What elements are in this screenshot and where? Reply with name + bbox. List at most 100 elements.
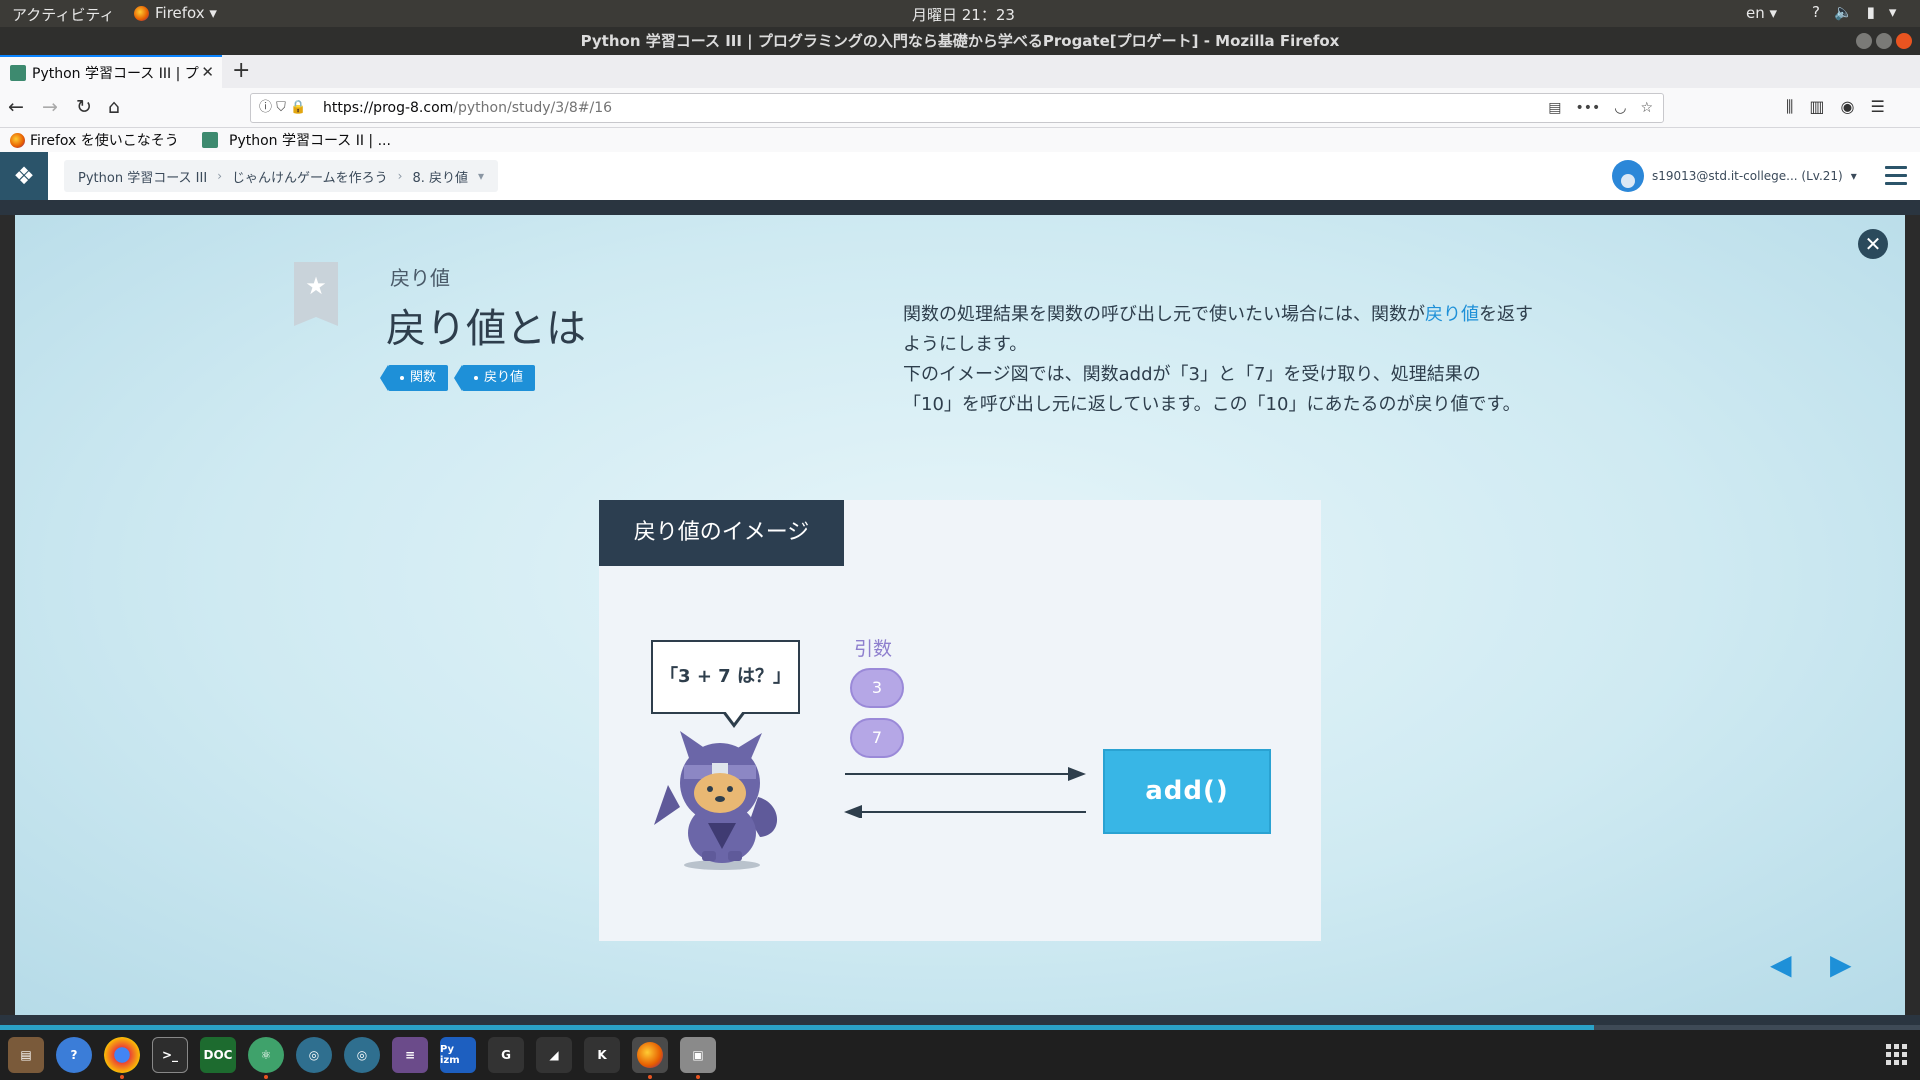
terminal-icon[interactable]: >_ — [152, 1037, 188, 1073]
window-title-bar: Python 学習コース III | プログラミングの入門なら基礎から学べるPr… — [0, 27, 1920, 55]
close-slide-button[interactable]: ✕ — [1858, 229, 1888, 259]
activities-button[interactable]: アクティビティ — [12, 4, 114, 25]
arrow-right-icon — [1068, 767, 1086, 781]
doc-icon[interactable]: DOC — [200, 1037, 236, 1073]
home-button[interactable]: ⌂ — [108, 96, 120, 118]
speech-bubble-tail — [725, 711, 743, 723]
next-slide-button[interactable]: ▶ — [1830, 948, 1852, 981]
hamburger-menu-icon[interactable] — [1885, 166, 1907, 190]
header-divider — [0, 200, 1920, 215]
tag[interactable]: 戻り値 — [454, 365, 536, 391]
arrow-left-icon — [844, 805, 862, 818]
slide-subtitle: 戻り値 — [390, 266, 450, 290]
firefox-icon — [10, 132, 25, 148]
browser-tab[interactable]: Python 学習コース III | プ ✕ — [0, 55, 222, 88]
tag[interactable]: 関数 — [379, 365, 449, 391]
url-actions: ▤ ••• ◡ ☆ — [1548, 94, 1653, 122]
user-name: s19013@std.it-college... (Lv.21) — [1652, 169, 1843, 183]
bookmark-item[interactable]: Firefox を使いこなそう — [10, 130, 179, 150]
language-indicator[interactable]: en ▾ — [1746, 4, 1777, 22]
app-menu[interactable]: Firefox ▾ — [134, 4, 217, 22]
chevron-right-icon: › — [397, 169, 403, 183]
bookmark-item[interactable]: Python 学習コース II | ... — [202, 130, 391, 150]
figure-title: 戻り値のイメージ — [599, 500, 844, 566]
tag-list: 関数 戻り値 — [379, 365, 536, 391]
argument-label: 引数 — [854, 638, 893, 660]
argument-value: 3 — [850, 668, 904, 708]
desc-text: を返す — [1479, 304, 1533, 325]
screenshot-icon[interactable]: ▣ — [680, 1037, 716, 1079]
progress-track — [0, 1015, 1920, 1025]
tab-strip: Python 学習コース III | プ ✕ + — [0, 55, 1920, 88]
pocket-icon[interactable]: ◡ — [1614, 94, 1626, 122]
app-menu-label: Firefox ▾ — [155, 4, 217, 22]
clock[interactable]: 月曜日 21：23 — [912, 4, 1015, 25]
breadcrumb-course[interactable]: Python 学習コース III — [78, 167, 207, 186]
argument-value: 7 — [850, 718, 904, 758]
breadcrumb-lesson[interactable]: じゃんけんゲームを作ろう — [232, 167, 388, 186]
caret-down-icon[interactable]: ▾ — [478, 169, 484, 183]
progate-favicon-icon — [202, 132, 218, 148]
desc-text: 関数の処理結果を関数の呼び出し元で使いたい場合には、関数が — [903, 304, 1425, 325]
breadcrumb-section[interactable]: 8. 戻り値 — [412, 167, 468, 186]
ninja-mascot-icon — [654, 731, 778, 870]
reader-view-icon[interactable]: ▤ — [1548, 94, 1561, 122]
url-bar[interactable]: ⓘ ⛉ 🔒 https://prog-8.com/python/study/3/… — [250, 93, 1664, 123]
more-actions-icon[interactable]: ••• — [1575, 94, 1600, 122]
slide-title: 戻り値とは — [386, 306, 586, 352]
navigation-toolbar: ← → ↻ ⌂ ⓘ ⛉ 🔒 https://prog-8.com/python/… — [0, 88, 1920, 128]
close-tab-icon[interactable]: ✕ — [201, 63, 214, 81]
pen-icon[interactable]: ◢ — [536, 1037, 572, 1073]
window-controls — [1856, 33, 1912, 49]
caret-down-icon: ▾ — [1850, 169, 1857, 183]
toolbar-right: ⫼ ▥ ◉ ☰ — [1786, 97, 1885, 117]
system-top-bar: アクティビティ Firefox ▾ 月曜日 21：23 en ▾ ? 🔈 ▮ ▾ — [0, 0, 1920, 27]
text-editor-icon[interactable]: ≡ — [392, 1037, 428, 1073]
maximize-button[interactable] — [1876, 33, 1892, 49]
account-icon[interactable]: ◉ — [1841, 97, 1855, 117]
firefox-icon[interactable] — [632, 1037, 668, 1079]
progate-logo-icon[interactable]: ❖ — [0, 152, 48, 200]
help-icon[interactable]: ? — [1812, 3, 1820, 21]
speech-bubble: 「3 + 7 は？」 — [651, 640, 800, 714]
show-applications-icon[interactable] — [1886, 1044, 1907, 1065]
bookmark-label: Python 学習コース II | ... — [229, 133, 391, 149]
desc-text: 下のイメージ図では、関数addが「3」と「7」を受け取り、処理結果の — [903, 364, 1481, 385]
chevron-right-icon: › — [217, 169, 222, 183]
chrome-icon[interactable] — [104, 1037, 140, 1079]
new-tab-button[interactable]: + — [232, 58, 250, 83]
previous-slide-button[interactable]: ◀ — [1770, 948, 1792, 981]
battery-icon[interactable]: ▮ — [1867, 3, 1875, 21]
system-tray[interactable]: ? 🔈 ▮ ▾ — [1812, 3, 1896, 21]
g-icon[interactable]: G — [488, 1037, 524, 1073]
avatar — [1612, 160, 1644, 192]
help-icon[interactable]: ? — [56, 1037, 92, 1073]
back-button[interactable]: ← — [8, 96, 24, 118]
chevron-down-icon[interactable]: ▾ — [1889, 3, 1897, 21]
lock-icon: 🔒 — [290, 100, 307, 115]
library-icon[interactable]: ⫼ — [1786, 97, 1793, 117]
browser-icon[interactable]: ◎ — [344, 1037, 380, 1073]
pyzm-icon[interactable]: Py izm — [440, 1037, 476, 1073]
bookmark-star-icon[interactable]: ☆ — [1640, 94, 1653, 122]
k-icon[interactable]: K — [584, 1037, 620, 1073]
browser-icon[interactable]: ◎ — [296, 1037, 332, 1073]
function-box: add() — [1103, 749, 1271, 834]
forward-button[interactable]: → — [42, 96, 58, 118]
user-menu[interactable]: s19013@std.it-college... (Lv.21) ▾ — [1612, 160, 1857, 192]
site-info-icons[interactable]: ⓘ ⛉ 🔒 — [259, 94, 306, 122]
sidebar-icon[interactable]: ▥ — [1809, 97, 1824, 117]
menu-icon[interactable]: ☰ — [1870, 97, 1884, 117]
slide-description: 関数の処理結果を関数の呼び出し元で使いたい場合には、関数が戻り値を返す ようにし… — [903, 300, 1623, 420]
volume-icon[interactable]: 🔈 — [1834, 3, 1853, 21]
url-host: https://prog-8.com — [323, 100, 454, 116]
atom-icon[interactable]: ⚛ — [248, 1037, 284, 1079]
url-path: /python/study/3/8#/16 — [453, 100, 613, 116]
desc-text: ようにします。 — [903, 334, 1028, 355]
bookmark-star-icon[interactable]: ★ — [294, 262, 338, 326]
files-icon[interactable]: ▤ — [8, 1037, 44, 1073]
reload-button[interactable]: ↻ — [76, 96, 92, 118]
close-window-button[interactable] — [1896, 33, 1912, 49]
minimize-button[interactable] — [1856, 33, 1872, 49]
desc-text: 「10」を呼び出し元に返しています。この「10」にあたるのが戻り値です。 — [903, 394, 1521, 415]
